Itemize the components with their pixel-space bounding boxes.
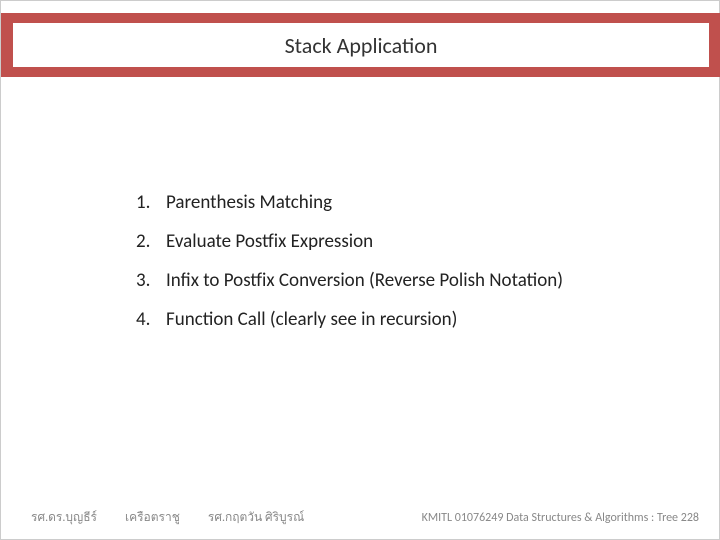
list-item: 4. Function Call (clearly see in recursi… bbox=[136, 308, 676, 331]
footer-author-1: รศ.ดร.บุญธีร์ bbox=[31, 508, 97, 527]
footer-author-3: รศ.กฤตวัน ศิริบูรณ์ bbox=[208, 508, 304, 527]
item-text: Evaluate Postfix Expression bbox=[166, 230, 373, 253]
list-item: 3. Infix to Postfix Conversion (Reverse … bbox=[136, 269, 676, 292]
list-item: 1. Parenthesis Matching bbox=[136, 191, 676, 214]
item-text: Infix to Postfix Conversion (Reverse Pol… bbox=[166, 269, 563, 292]
item-number: 3. bbox=[136, 269, 166, 292]
item-number: 4. bbox=[136, 308, 166, 331]
footer: รศ.ดร.บุญธีร์ เครือตราชู รศ.กฤตวัน ศิริบ… bbox=[31, 508, 699, 527]
item-number: 2. bbox=[136, 230, 166, 253]
title-bar: Stack Application bbox=[1, 13, 720, 77]
list-item: 2. Evaluate Postfix Expression bbox=[136, 230, 676, 253]
item-number: 1. bbox=[136, 191, 166, 214]
slide: Stack Application 1. Parenthesis Matchin… bbox=[0, 0, 720, 540]
footer-author-2: เครือตราชู bbox=[125, 508, 180, 527]
content-list: 1. Parenthesis Matching 2. Evaluate Post… bbox=[136, 191, 676, 347]
footer-course-info: KMITL 01076249 Data Structures & Algorit… bbox=[422, 511, 699, 525]
item-text: Parenthesis Matching bbox=[166, 191, 332, 214]
item-text: Function Call (clearly see in recursion) bbox=[166, 308, 457, 331]
slide-title: Stack Application bbox=[13, 23, 709, 67]
